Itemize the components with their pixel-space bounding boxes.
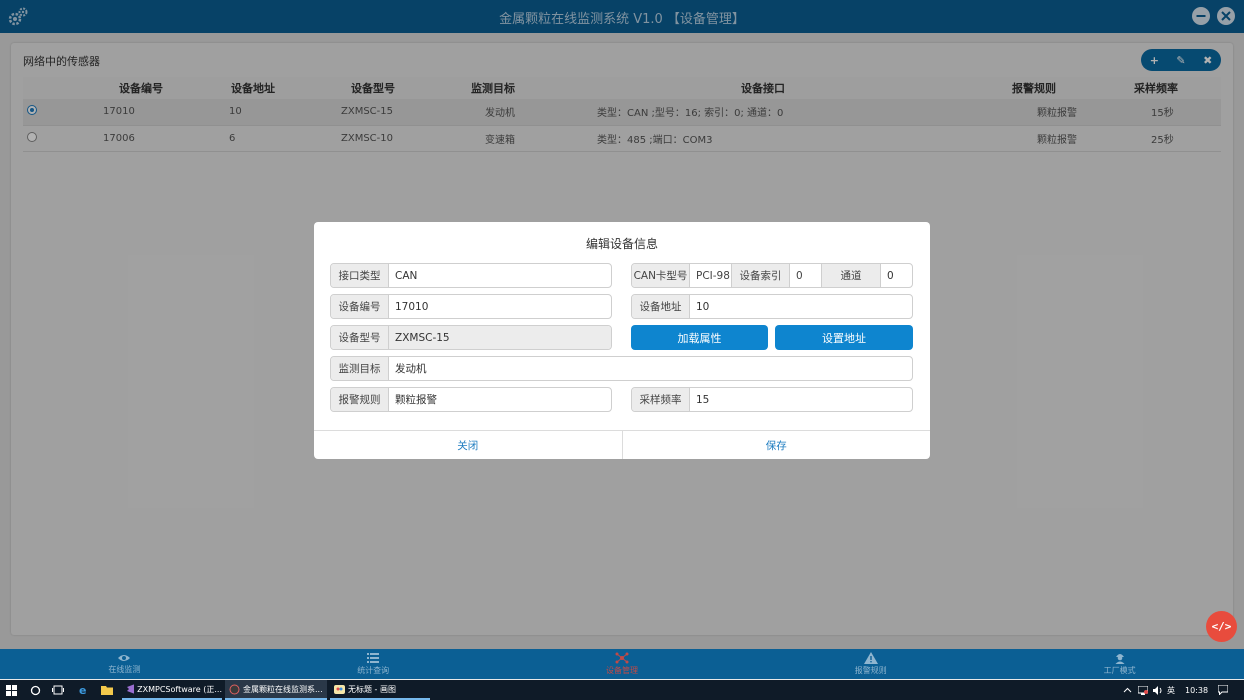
- set-address-button[interactable]: 设置地址: [775, 325, 913, 350]
- dev-addr-input[interactable]: 10: [690, 295, 912, 318]
- network-status-icon: [1138, 685, 1148, 695]
- field-label: 设备型号: [331, 326, 389, 349]
- dev-addr-field[interactable]: 设备地址 10: [631, 294, 913, 319]
- speaker-icon: [1153, 685, 1162, 695]
- nav-label: 统计查询: [357, 666, 390, 675]
- volume-tray[interactable]: [1153, 680, 1163, 700]
- load-properties-button[interactable]: 加载属性: [631, 325, 768, 350]
- nav-statistics[interactable]: 统计查询: [249, 649, 498, 679]
- field-label: 设备地址: [632, 295, 690, 318]
- field-label: 设备索引: [732, 264, 790, 287]
- nav-device-management[interactable]: 设备管理: [498, 649, 747, 679]
- channel-input[interactable]: 0: [881, 264, 912, 287]
- nav-label: 工厂模式: [1103, 666, 1136, 675]
- paint-icon: [334, 684, 345, 694]
- dialog-footer: 关闭 保存: [314, 430, 930, 459]
- dev-model-field: 设备型号 ZXMSC-15: [330, 325, 612, 350]
- windows-logo-icon: [6, 684, 17, 696]
- nav-label: 在线监测: [108, 665, 141, 674]
- field-label: 报警规则: [331, 388, 389, 411]
- dev-index-input[interactable]: 0: [790, 264, 822, 287]
- close-button[interactable]: 关闭: [314, 431, 622, 459]
- task-view-icon: [52, 685, 64, 695]
- dev-model-input: ZXMSC-15: [389, 326, 611, 349]
- target-input[interactable]: 发动机: [389, 357, 912, 380]
- field-label: 采样频率: [632, 388, 690, 411]
- task-view-button[interactable]: [52, 680, 64, 700]
- start-button[interactable]: [6, 680, 17, 700]
- nav-label: 设备管理: [605, 666, 638, 675]
- can-config-field: CAN卡型号 PCI-98 设备索引 0 通道 0: [631, 263, 913, 288]
- save-button[interactable]: 保存: [621, 431, 931, 459]
- windows-taskbar: e ZXMPCSoftware (正... 金属颗粒在线监测系... 无标题 -…: [0, 680, 1244, 700]
- nav-label: 报警规则: [854, 666, 887, 675]
- taskbar-app-vs[interactable]: ZXMPCSoftware (正...: [122, 680, 222, 700]
- iface-type-input[interactable]: CAN: [389, 264, 611, 287]
- sample-freq-input[interactable]: 15: [690, 388, 912, 411]
- list-icon: [367, 653, 380, 663]
- folder-icon: [101, 686, 113, 695]
- notification-button[interactable]: [1218, 680, 1228, 700]
- sample-freq-field[interactable]: 采样频率 15: [631, 387, 913, 412]
- dialog-title: 编辑设备信息: [585, 237, 658, 251]
- taskbar-app-label: 金属颗粒在线监测系...: [243, 684, 323, 694]
- edge-icon: e: [79, 684, 86, 696]
- app-circle-icon: [229, 684, 240, 694]
- svg-text:e: e: [79, 684, 86, 696]
- eye-icon: [118, 655, 131, 661]
- network-icon: [615, 652, 629, 664]
- warning-icon: [863, 652, 878, 664]
- alarm-rule-field[interactable]: 报警规则 颗粒报警: [330, 387, 612, 412]
- taskbar-app-monitor[interactable]: 金属颗粒在线监测系...: [225, 680, 327, 700]
- notification-icon: [1218, 685, 1228, 695]
- field-label: 监测目标: [331, 357, 389, 380]
- can-model-input[interactable]: PCI-98: [690, 264, 732, 287]
- taskbar-app-paint[interactable]: 无标题 - 画图: [330, 680, 430, 700]
- iface-type-field[interactable]: 接口类型 CAN: [330, 263, 612, 288]
- dev-id-field[interactable]: 设备编号 17010: [330, 294, 612, 319]
- network-tray[interactable]: [1138, 680, 1148, 700]
- field-label: 通道: [822, 264, 881, 287]
- file-explorer-button[interactable]: [101, 680, 113, 700]
- bottom-nav: 在线监测 统计查询 设备管理 报警规则 工厂模式: [0, 649, 1244, 679]
- edge-browser-button[interactable]: e: [78, 680, 90, 700]
- nav-online-monitor[interactable]: 在线监测: [0, 649, 249, 679]
- field-label: 设备编号: [331, 295, 389, 318]
- taskbar-app-label: 无标题 - 画图: [348, 684, 396, 694]
- search-circle-icon: [30, 685, 41, 695]
- chevron-up-icon: [1123, 687, 1132, 693]
- tray-expand-button[interactable]: [1123, 680, 1132, 700]
- code-fab-button[interactable]: </>: [1206, 611, 1237, 642]
- ime-indicator[interactable]: 英: [1167, 680, 1175, 700]
- field-label: 接口类型: [331, 264, 389, 287]
- dev-id-input[interactable]: 17010: [389, 295, 611, 318]
- field-label: CAN卡型号: [632, 264, 690, 287]
- worker-icon: [1115, 654, 1125, 664]
- nav-alarm-rules[interactable]: 报警规则: [746, 649, 995, 679]
- clock[interactable]: 10:38: [1185, 680, 1208, 700]
- nav-factory-mode[interactable]: 工厂模式: [995, 649, 1244, 679]
- edit-device-dialog: 编辑设备信息 接口类型 CAN CAN卡型号 PCI-98 设备索引 0 通道 …: [314, 222, 930, 459]
- search-button[interactable]: [30, 680, 41, 700]
- visual-studio-icon: [127, 684, 135, 694]
- taskbar-app-label: ZXMPCSoftware (正...: [137, 684, 222, 694]
- alarm-rule-input[interactable]: 颗粒报警: [389, 388, 611, 411]
- target-field[interactable]: 监测目标 发动机: [330, 356, 913, 381]
